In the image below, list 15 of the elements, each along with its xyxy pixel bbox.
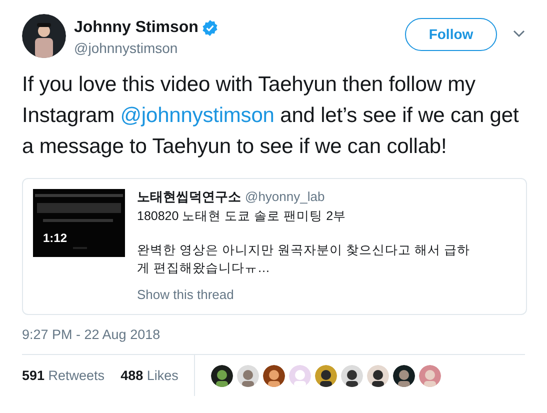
- tweet-timestamp: 9:27 PM - 22 Aug 2018: [22, 326, 162, 344]
- avatar: [22, 14, 66, 58]
- quoted-tweet-title: 180820 노태현 도쿄 솔로 팬미팅 2부: [137, 208, 348, 224]
- quoted-tweet-body: 완벽한 영상은 아니지만 원곡자분이 찾으신다고 해서 급하게 편집해왔습니다ㅠ…: [137, 242, 471, 276]
- caret-icon[interactable]: [513, 30, 525, 38]
- quoted-author-name: 노태현씹덕연구소: [137, 188, 241, 206]
- show-thread-link[interactable]: Show this thread: [137, 284, 477, 304]
- stat-count[interactable]: 488 Likes: [120, 366, 178, 386]
- author-handle: @johnnystimson: [74, 39, 179, 58]
- quoted-tweet-card[interactable]: 1:12 노태현씹덕연구소 @hyonny_lab 180820 노태현 도쿄 솔로 팬미팅 2부 완벽한 영상은 아니지만 원곡자분이 찾으신다고 해서 급하게 편집해왔습니다ㅠ… Show this thread: [22, 178, 527, 315]
- video-duration: 1:12: [43, 230, 68, 247]
- quoted-author-handle: @hyonny_lab: [245, 188, 325, 206]
- stat-count[interactable]: 591 Retweets: [22, 366, 105, 386]
- tweet-text: If you love this video with Taehyun then follow my Instagram @johnnystimson and let’s see if we can get a message to Taehyun to see if we can collab!: [22, 72, 520, 160]
- author-name: Johnny Stimson: [74, 18, 198, 38]
